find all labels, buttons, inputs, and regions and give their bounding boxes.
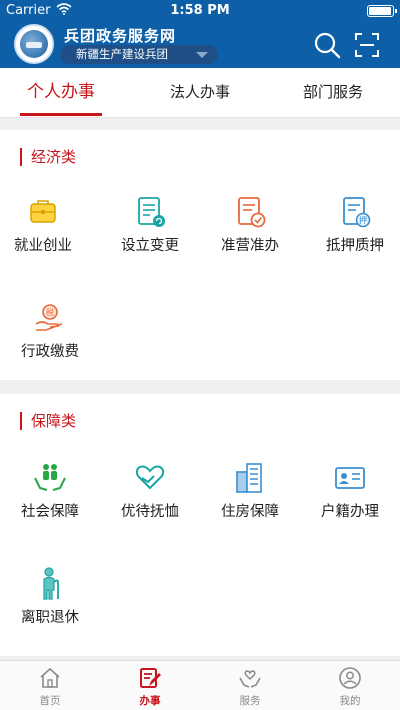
id-card-icon [335, 467, 365, 489]
document-refresh-icon [138, 197, 165, 227]
service-label: 优待抚恤 [121, 504, 179, 520]
elderly-icon [43, 567, 59, 600]
family-hands-icon [34, 464, 66, 491]
region-selector[interactable]: 新疆生产建设兵团 [60, 45, 218, 64]
search-icon [314, 32, 341, 59]
service-label: 行政缴费 [21, 344, 79, 360]
category-tabs: 个人办事 法人办事 部门服务 [0, 68, 400, 118]
emblem-logo [14, 24, 54, 64]
battery-icon [367, 5, 397, 17]
service-household-registration[interactable]: 户籍办理 [300, 460, 400, 550]
heart-hands-icon [135, 465, 165, 490]
home-icon [40, 667, 60, 688]
service-housing[interactable]: 住房保障 [200, 460, 300, 550]
section-title: 经济类 [20, 148, 76, 166]
section-title: 保障类 [20, 412, 76, 430]
nav-label: 服务 [239, 695, 261, 707]
briefcase-icon [30, 200, 56, 223]
svg-text:税: 税 [46, 307, 54, 317]
caret-down-icon [196, 52, 208, 58]
tab-corporate[interactable]: 法人办事 [150, 68, 250, 118]
nav-label: 首页 [39, 695, 61, 707]
service-mortgage[interactable]: 押 抵押质押 [305, 194, 400, 284]
service-establish-change[interactable]: 设立变更 [100, 194, 200, 284]
service-label: 就业创业 [14, 238, 72, 254]
search-button[interactable] [312, 30, 342, 60]
bottom-navigation: 首页 办事 服务 我的 [0, 660, 400, 710]
app-header: Carrier 1:58 PM 兵团政务服务网 新疆生产建设兵团 [0, 0, 400, 68]
battery-fill [369, 7, 391, 15]
service-employment[interactable]: 就业创业 [0, 194, 93, 284]
service-label: 住房保障 [221, 504, 279, 520]
service-label: 抵押质押 [326, 238, 384, 254]
nav-services[interactable]: 服务 [200, 661, 300, 710]
service-label: 户籍办理 [321, 504, 379, 520]
task-edit-icon [140, 668, 161, 688]
service-resignation-retirement[interactable]: 离职退休 [0, 566, 100, 656]
nav-home[interactable]: 首页 [0, 661, 100, 710]
tax-hand-icon: 税 [35, 304, 63, 331]
status-bar: Carrier 1:58 PM [0, 0, 400, 22]
site-title: 兵团政务服务网 [64, 27, 177, 45]
scan-button[interactable] [352, 30, 382, 60]
document-check-icon [238, 197, 266, 228]
service-hands-icon [239, 670, 261, 688]
service-permit[interactable]: 准营准办 [200, 194, 300, 284]
service-admin-fee[interactable]: 税 行政缴费 [0, 300, 100, 390]
service-label: 社会保障 [21, 504, 79, 520]
section-guarantee: 保障类 社会保障 优待抚恤 住房保障 户籍办理 离职退休 [0, 394, 400, 656]
region-label: 新疆生产建设兵团 [76, 47, 168, 61]
clock: 1:58 PM [170, 3, 230, 18]
nav-label: 办事 [139, 695, 161, 707]
service-label: 设立变更 [121, 238, 179, 254]
tab-personal[interactable]: 个人办事 [12, 68, 110, 118]
nav-tasks[interactable]: 办事 [100, 661, 200, 710]
service-label: 准营准办 [221, 238, 279, 254]
svg-text:押: 押 [359, 215, 367, 225]
buildings-icon [236, 463, 262, 493]
service-label: 离职退休 [21, 610, 79, 626]
mortgage-document-icon: 押 [343, 197, 371, 228]
service-preferential-pension[interactable]: 优待抚恤 [100, 460, 200, 550]
profile-icon [339, 667, 361, 689]
section-economic: 经济类 就业创业 设立变更 准营准办 押 抵押质押 税 行政缴费 [0, 130, 400, 380]
nav-profile[interactable]: 我的 [300, 661, 400, 710]
tab-department[interactable]: 部门服务 [283, 68, 383, 118]
scan-icon [355, 33, 379, 57]
active-tab-indicator [20, 113, 102, 116]
nav-label: 我的 [339, 695, 361, 707]
service-social-security[interactable]: 社会保障 [0, 460, 100, 550]
